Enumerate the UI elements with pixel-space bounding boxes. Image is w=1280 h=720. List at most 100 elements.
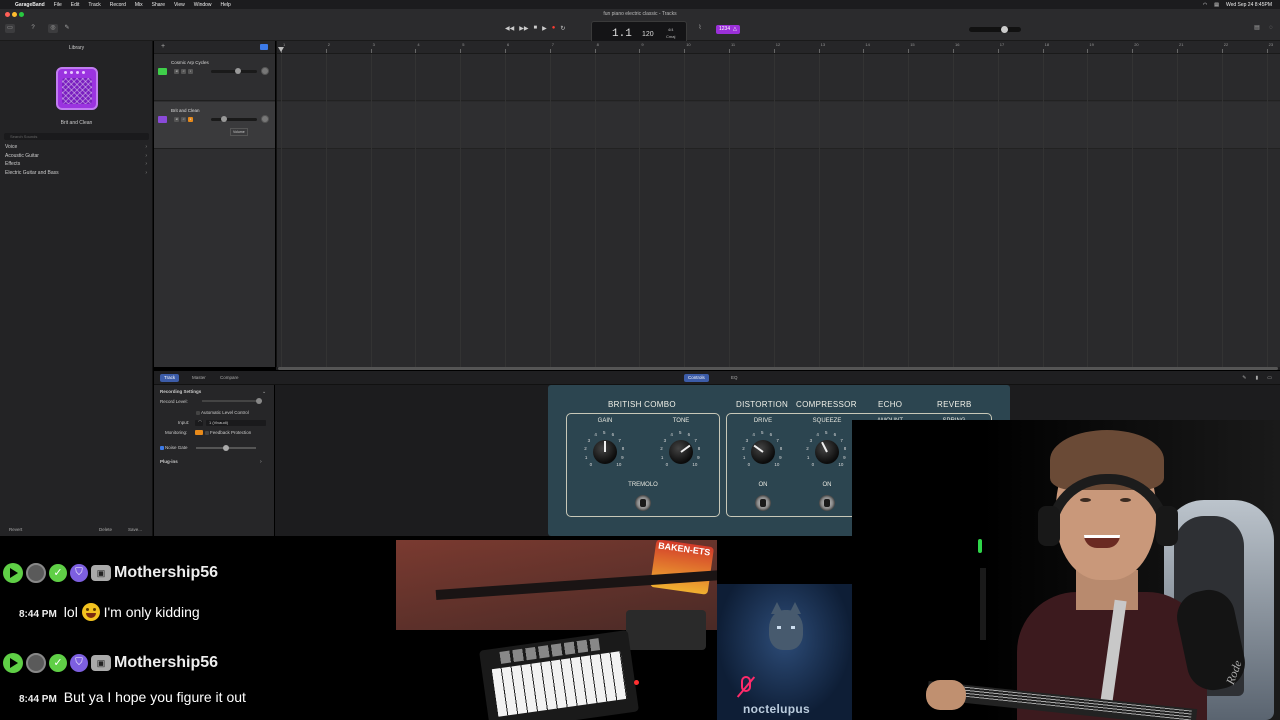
fast-forward-icon[interactable]: ▶▶	[519, 25, 528, 32]
help-icon[interactable]: ?	[28, 24, 38, 33]
mute-button[interactable]: ◄	[174, 117, 179, 122]
track-volume-slider[interactable]	[211, 68, 257, 74]
recording-settings-header[interactable]: Recording Settings	[160, 389, 201, 394]
record-level-slider[interactable]	[202, 398, 262, 404]
tone-knob[interactable]	[669, 440, 693, 464]
knob-scale-number: 2	[742, 446, 745, 452]
menu-edit[interactable]: Edit	[71, 2, 80, 8]
tab-compare[interactable]: Compare	[216, 374, 243, 382]
wifi-icon[interactable]: ◠	[1203, 2, 1207, 8]
library-category-acoustic-guitar[interactable]: Acoustic Guitar ›	[5, 153, 147, 162]
menu-record[interactable]: Record	[110, 2, 126, 8]
track-header[interactable]: Cosmic Arp Cycles ◄ ♫ ▪	[154, 54, 275, 101]
lcd-signature[interactable]: 4/4 Cmaj	[666, 26, 675, 40]
track-volume-slider[interactable]	[211, 116, 257, 122]
volume-knob[interactable]	[235, 68, 241, 74]
menu-track[interactable]: Track	[88, 2, 100, 8]
library-category-electric-guitar[interactable]: Electric Guitar and Bass ›	[5, 170, 147, 179]
tracks-area[interactable]: 1 2 3 4 5 6 7 8 9 10 11 12 13 14 15 16 17 18 19 20 21 22 23	[276, 41, 1280, 367]
add-track-icon[interactable]: +	[161, 43, 165, 50]
feedback-protection-checkbox[interactable]: Feedback Protection	[195, 430, 251, 436]
pan-knob[interactable]	[261, 115, 269, 123]
squeeze-knob[interactable]	[815, 440, 839, 464]
tremolo-switch[interactable]	[635, 495, 651, 511]
play-icon[interactable]: ▶	[542, 25, 547, 32]
menu-share[interactable]: Share	[152, 2, 165, 8]
tab-controls[interactable]: Controls	[684, 374, 709, 382]
library-category-effects[interactable]: Effects ›	[5, 161, 147, 170]
ruler-tick	[773, 49, 775, 53]
chat-text: But ya I hope you figure it out	[63, 689, 246, 705]
menu-mix[interactable]: Mix	[135, 2, 143, 8]
menu-view[interactable]: View	[174, 2, 185, 8]
grid-line	[818, 54, 820, 367]
track-filter-icon[interactable]	[260, 44, 268, 50]
grid-line	[415, 54, 417, 367]
drive-label: DRIVE	[753, 418, 773, 424]
distortion-switch[interactable]	[755, 495, 771, 511]
control-center-icon[interactable]: ▤	[1214, 2, 1219, 8]
smart-controls-button[interactable]: ◎	[48, 24, 58, 33]
menu-help[interactable]: Help	[221, 2, 231, 8]
drive-knob[interactable]	[751, 440, 775, 464]
distortion-on-label: ON	[758, 482, 768, 488]
transport-controls: ◀◀ ▶▶ ■ ▶ ● ↻	[505, 25, 565, 32]
cycle-icon[interactable]: ↻	[560, 25, 565, 32]
master-volume-slider[interactable]	[969, 26, 1021, 33]
menu-window[interactable]: Window	[194, 2, 212, 8]
compressor-switch[interactable]	[819, 495, 835, 511]
noise-gate-slider[interactable]	[196, 445, 256, 451]
metronome-button[interactable]: △	[730, 25, 740, 34]
horizontal-scrollbar[interactable]	[276, 367, 1280, 370]
lcd-tempo[interactable]: 120	[642, 31, 654, 38]
headphones-icon[interactable]: ♫	[181, 117, 186, 122]
menu-file[interactable]: File	[54, 2, 62, 8]
record-icon[interactable]: ●	[552, 25, 556, 32]
knob-scale-number: 5	[825, 430, 828, 435]
headphones-icon[interactable]: ♫	[181, 69, 186, 74]
tab-master[interactable]: Master	[188, 374, 210, 382]
ruler[interactable]: 1 2 3 4 5 6 7 8 9 10 11 12 13 14 15 16 17 18 19 20 21 22 23	[277, 41, 1280, 54]
tuner-icon[interactable]: ⌇	[695, 24, 705, 33]
delete-icon[interactable]: ▮	[1256, 375, 1259, 381]
alc-checkbox[interactable]: Automatic Level Control	[196, 410, 249, 415]
tremolo-label: TREMOLO	[628, 482, 658, 488]
library-category-voice[interactable]: Voice ›	[5, 144, 147, 153]
knob-scale-number: 9	[621, 454, 624, 460]
library-search-input[interactable]: Search Sounds	[4, 133, 149, 140]
notepad-icon[interactable]: ▤	[1252, 24, 1262, 33]
lock-icon[interactable]: ▪	[188, 69, 193, 74]
chevron-down-icon[interactable]: ⌄	[262, 389, 266, 395]
mute-button[interactable]: ◄	[174, 69, 179, 74]
gain-knob[interactable]	[593, 440, 617, 464]
tab-eq[interactable]: EQ	[727, 374, 742, 382]
input-channel-select[interactable]: 1 (Vivaudi)	[206, 420, 266, 426]
stop-icon[interactable]: ■	[533, 25, 537, 32]
plugins-header[interactable]: Plug-ins	[160, 459, 178, 464]
revert-button[interactable]: Revert	[9, 527, 22, 532]
chevron-right-icon[interactable]: ›	[260, 459, 262, 465]
pan-knob[interactable]	[261, 67, 269, 75]
editor-button[interactable]: ✎	[62, 24, 72, 33]
track-lane[interactable]	[277, 54, 1280, 101]
save-button[interactable]: Save...	[128, 527, 142, 532]
input-format-select[interactable]: ⌒	[195, 420, 203, 426]
record-enable-button[interactable]: ●	[188, 117, 193, 122]
rewind-icon[interactable]: ◀◀	[505, 25, 514, 32]
check-badge-icon: ✓	[49, 654, 67, 672]
delete-button[interactable]: Delete	[99, 527, 112, 532]
library-toggle-button[interactable]: ▭	[5, 24, 15, 33]
tab-track[interactable]: Track	[160, 374, 180, 382]
track-header[interactable]: Brit and Clean ◄ ♫ ● Volume	[154, 102, 275, 149]
menu-clock[interactable]: Wed Sep 24 8:45PM	[1226, 2, 1272, 8]
noise-gate-checkbox[interactable]: Noise Gate	[160, 445, 188, 450]
menu-app-name[interactable]: GarageBand	[15, 2, 45, 8]
playhead[interactable]	[278, 47, 284, 52]
window-icon[interactable]: ▭	[1267, 375, 1272, 381]
track-lane[interactable]	[277, 102, 1280, 149]
edit-icon[interactable]: ✎	[1242, 375, 1246, 381]
master-volume-knob[interactable]	[1001, 26, 1008, 33]
ruler-tick	[549, 49, 551, 53]
loop-browser-icon[interactable]: ◌	[1266, 24, 1276, 33]
volume-knob[interactable]	[221, 116, 227, 122]
